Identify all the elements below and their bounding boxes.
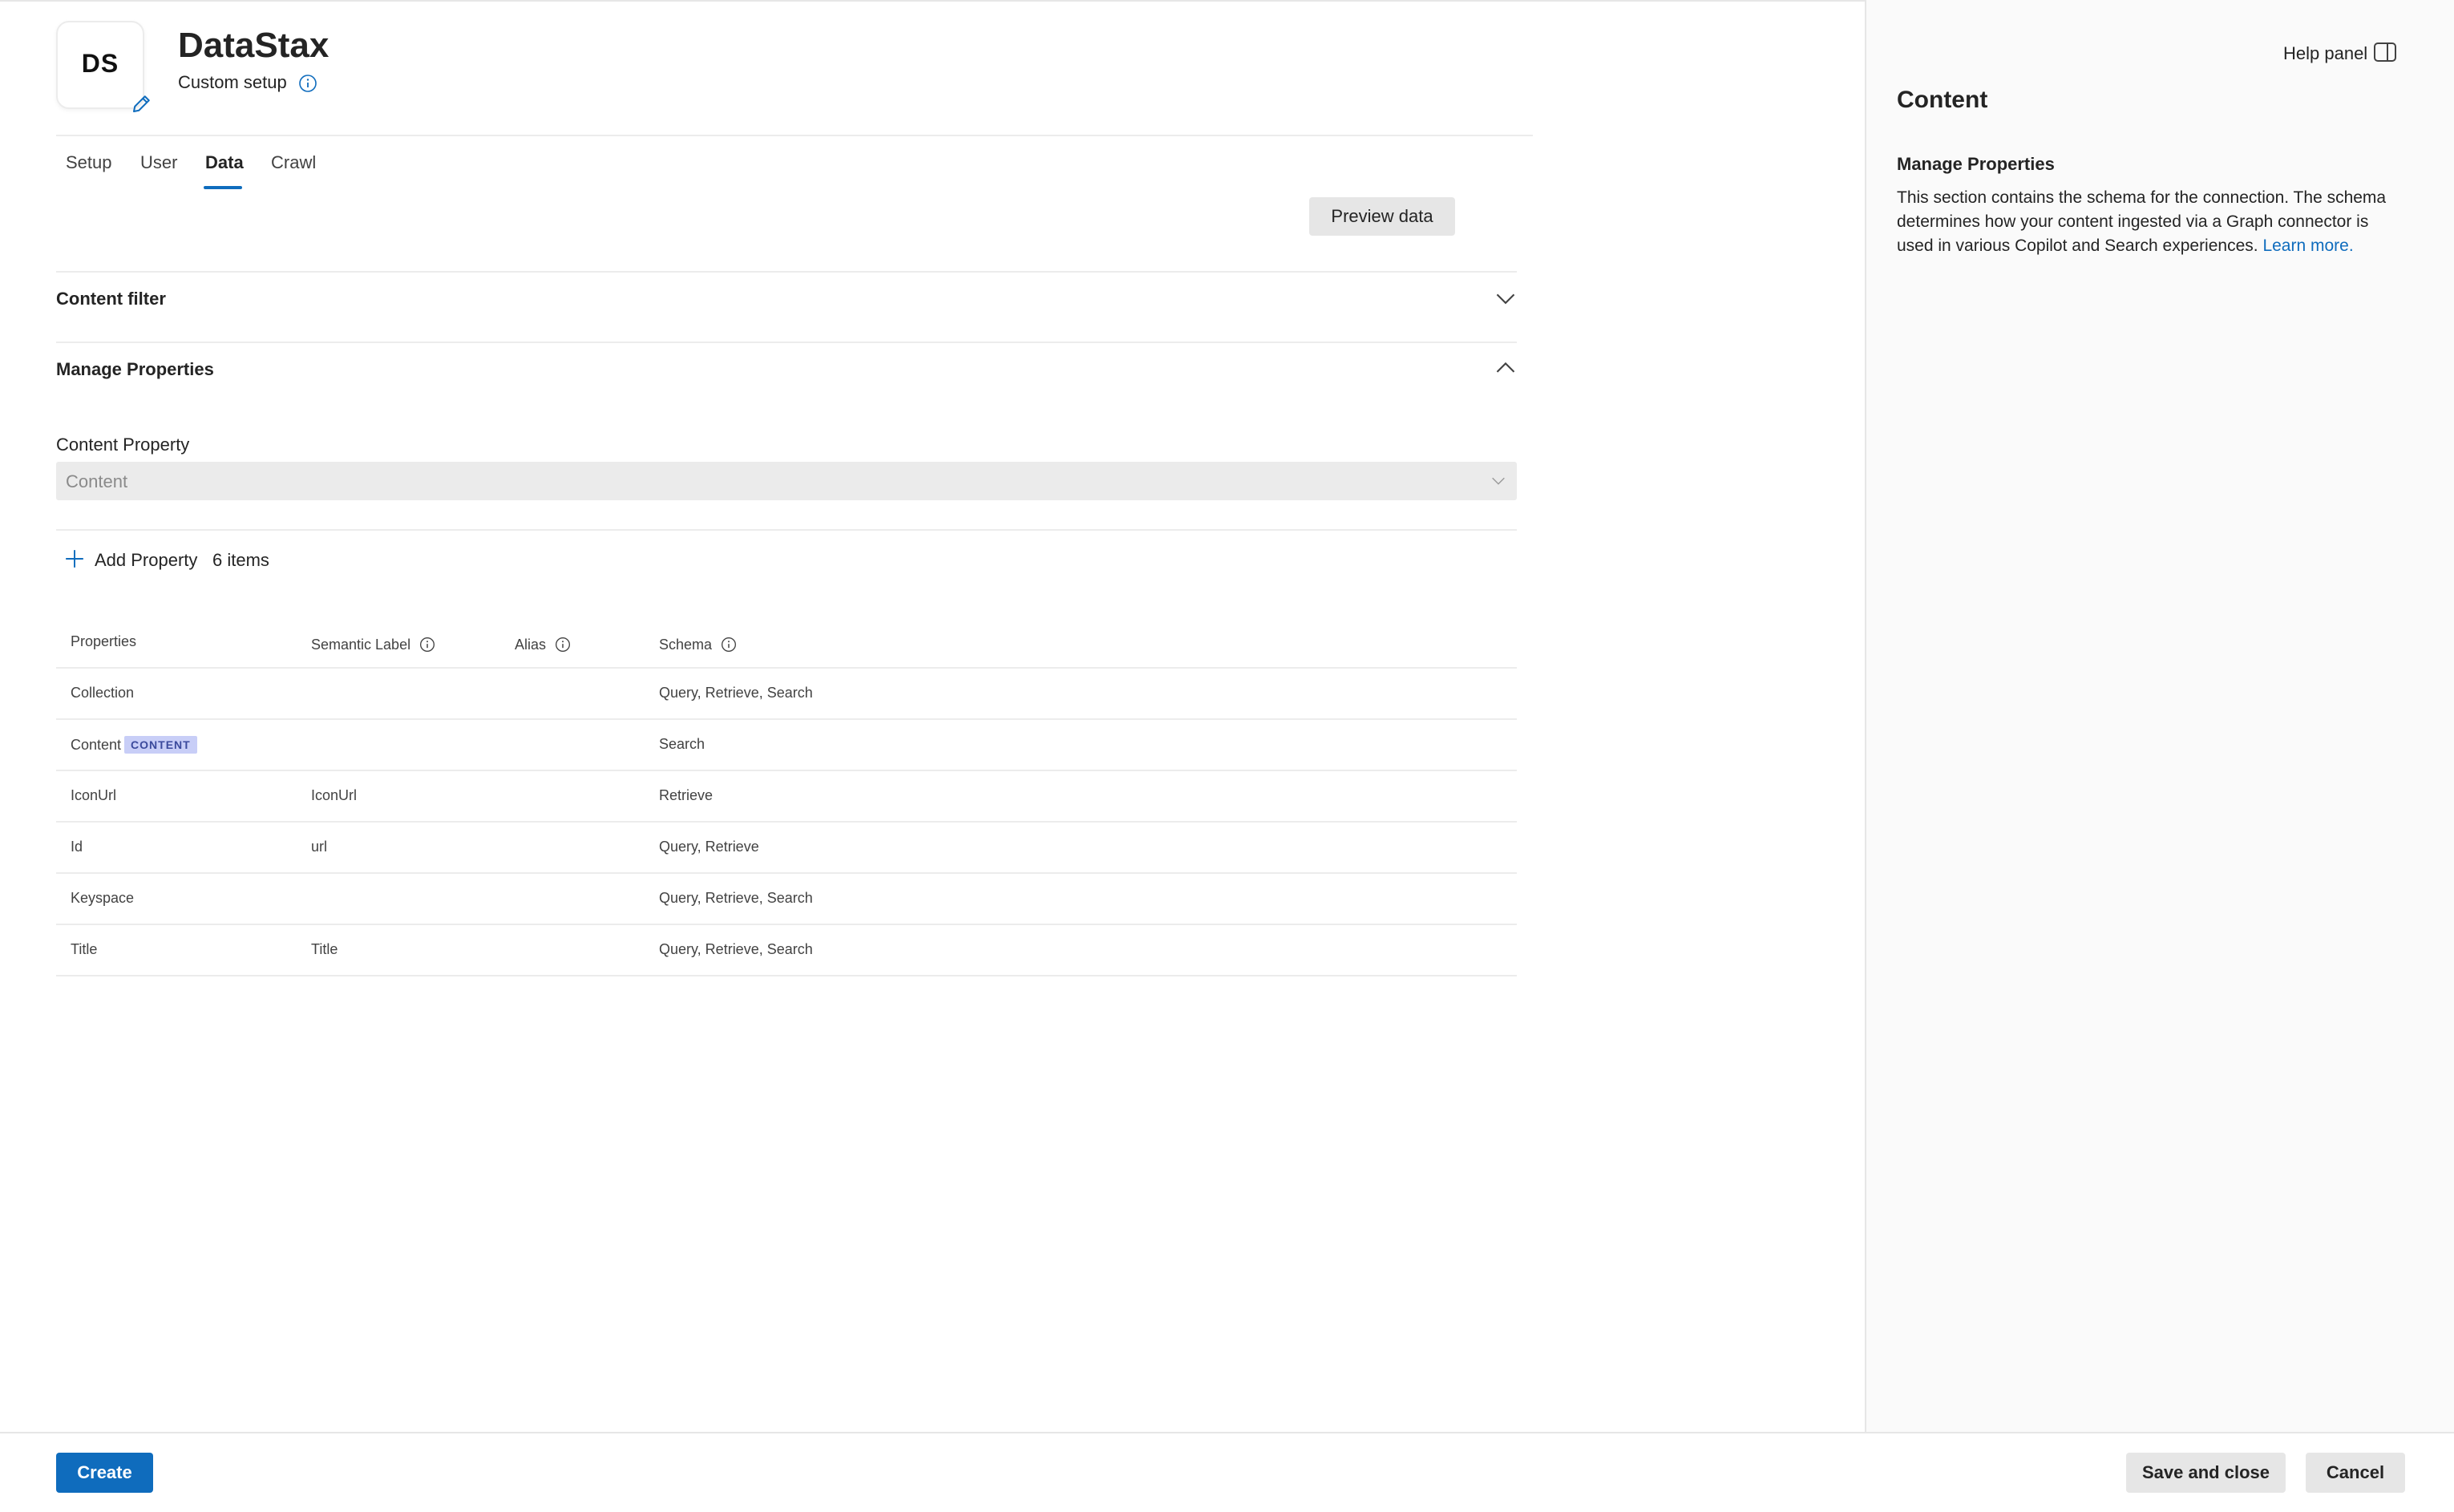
schema-cell: Retrieve [659, 787, 714, 803]
property-name-text: Content [71, 737, 122, 753]
tab-user[interactable]: User [140, 152, 177, 173]
plus-icon [66, 550, 83, 568]
cancel-button[interactable]: Cancel [2306, 1453, 2405, 1493]
help-panel-subtitle: Manage Properties [1897, 154, 2055, 174]
info-icon[interactable] [419, 637, 435, 653]
footer-bar: Create Save and close Cancel [0, 1432, 2454, 1512]
schema-cell: Search [659, 736, 705, 752]
table-row[interactable]: Keyspace Query, Retrieve, Search [56, 872, 1517, 925]
edit-icon[interactable] [130, 91, 154, 115]
property-name: Content CONTENT [71, 736, 197, 754]
help-panel-toggle-label: Help panel [2283, 43, 2368, 63]
column-header-alias[interactable]: Alias [515, 637, 571, 653]
semantic-label-cell: IconUrl [311, 787, 358, 803]
column-header-semantic-label-text: Semantic Label [311, 637, 411, 653]
main-pane: DS DataStax Custom setup Setup User Data… [0, 0, 1865, 1433]
app-logo: DS [56, 21, 150, 112]
items-count: 6 items [212, 550, 269, 570]
content-property-select[interactable]: Content [56, 462, 1517, 500]
table-row[interactable]: Id url Query, Retrieve [56, 821, 1517, 874]
semantic-label-cell: url [311, 839, 328, 855]
column-header-properties[interactable]: Properties [71, 633, 136, 650]
save-and-close-button[interactable]: Save and close [2126, 1453, 2286, 1493]
info-icon[interactable] [721, 637, 737, 653]
help-panel-title: Content [1897, 87, 1988, 113]
toolbar-divider [56, 529, 1517, 531]
tab-data[interactable]: Data [205, 152, 244, 173]
table-row[interactable]: Title Title Query, Retrieve, Search [56, 924, 1517, 976]
page-title: DataStax [178, 26, 329, 65]
help-panel-body: This section contains the schema for the… [1897, 186, 2402, 258]
section-divider [56, 271, 1517, 273]
chevron-down-icon [1492, 477, 1505, 485]
property-name: Id [71, 839, 83, 855]
tab-setup[interactable]: Setup [66, 152, 112, 173]
manage-properties-header[interactable]: Manage Properties [56, 359, 214, 380]
property-name: Collection [71, 685, 135, 701]
table-row[interactable]: Collection Query, Retrieve, Search [56, 667, 1517, 720]
section-divider [56, 342, 1517, 343]
semantic-label-cell: Title [311, 941, 338, 957]
info-icon[interactable] [555, 637, 571, 653]
schema-cell: Query, Retrieve, Search [659, 685, 813, 701]
table-row[interactable]: IconUrl IconUrl Retrieve [56, 770, 1517, 823]
property-name: Keyspace [71, 890, 135, 906]
content-property-label: Content Property [56, 435, 190, 455]
column-header-schema-text: Schema [659, 637, 713, 653]
preview-data-button[interactable]: Preview data [1309, 197, 1455, 236]
create-button[interactable]: Create [56, 1453, 153, 1493]
column-header-semantic-label[interactable]: Semantic Label [311, 637, 435, 653]
content-property-value: Content [66, 471, 128, 491]
table-bottom-divider [56, 975, 1517, 976]
connector-setup-page: DS DataStax Custom setup Setup User Data… [0, 0, 2454, 1512]
help-panel: Help panel Content Manage Properties Thi… [1865, 0, 2454, 1432]
tab-active-indicator [204, 186, 242, 189]
property-name: IconUrl [71, 787, 117, 803]
content-filter-header[interactable]: Content filter [56, 289, 166, 309]
column-header-properties-label: Properties [71, 633, 137, 649]
chevron-up-icon[interactable] [1494, 356, 1517, 378]
property-name: Title [71, 941, 98, 957]
schema-cell: Query, Retrieve, Search [659, 941, 813, 957]
learn-more-link[interactable]: Learn more. [2262, 237, 2353, 255]
page-subtitle: Custom setup [178, 72, 287, 92]
column-header-schema[interactable]: Schema [659, 637, 737, 653]
header-divider [56, 135, 1533, 136]
content-badge: CONTENT [124, 736, 197, 754]
app-logo-text: DS [81, 49, 119, 78]
info-icon[interactable] [298, 74, 317, 93]
schema-cell: Query, Retrieve, Search [659, 890, 813, 906]
schema-cell: Query, Retrieve [659, 839, 759, 855]
tab-crawl[interactable]: Crawl [271, 152, 316, 173]
panel-icon [2374, 42, 2396, 62]
column-header-alias-text: Alias [515, 637, 547, 653]
table-row[interactable]: Content CONTENT Search [56, 718, 1517, 771]
chevron-down-icon[interactable] [1494, 287, 1517, 309]
add-property-label: Add Property [95, 550, 198, 570]
